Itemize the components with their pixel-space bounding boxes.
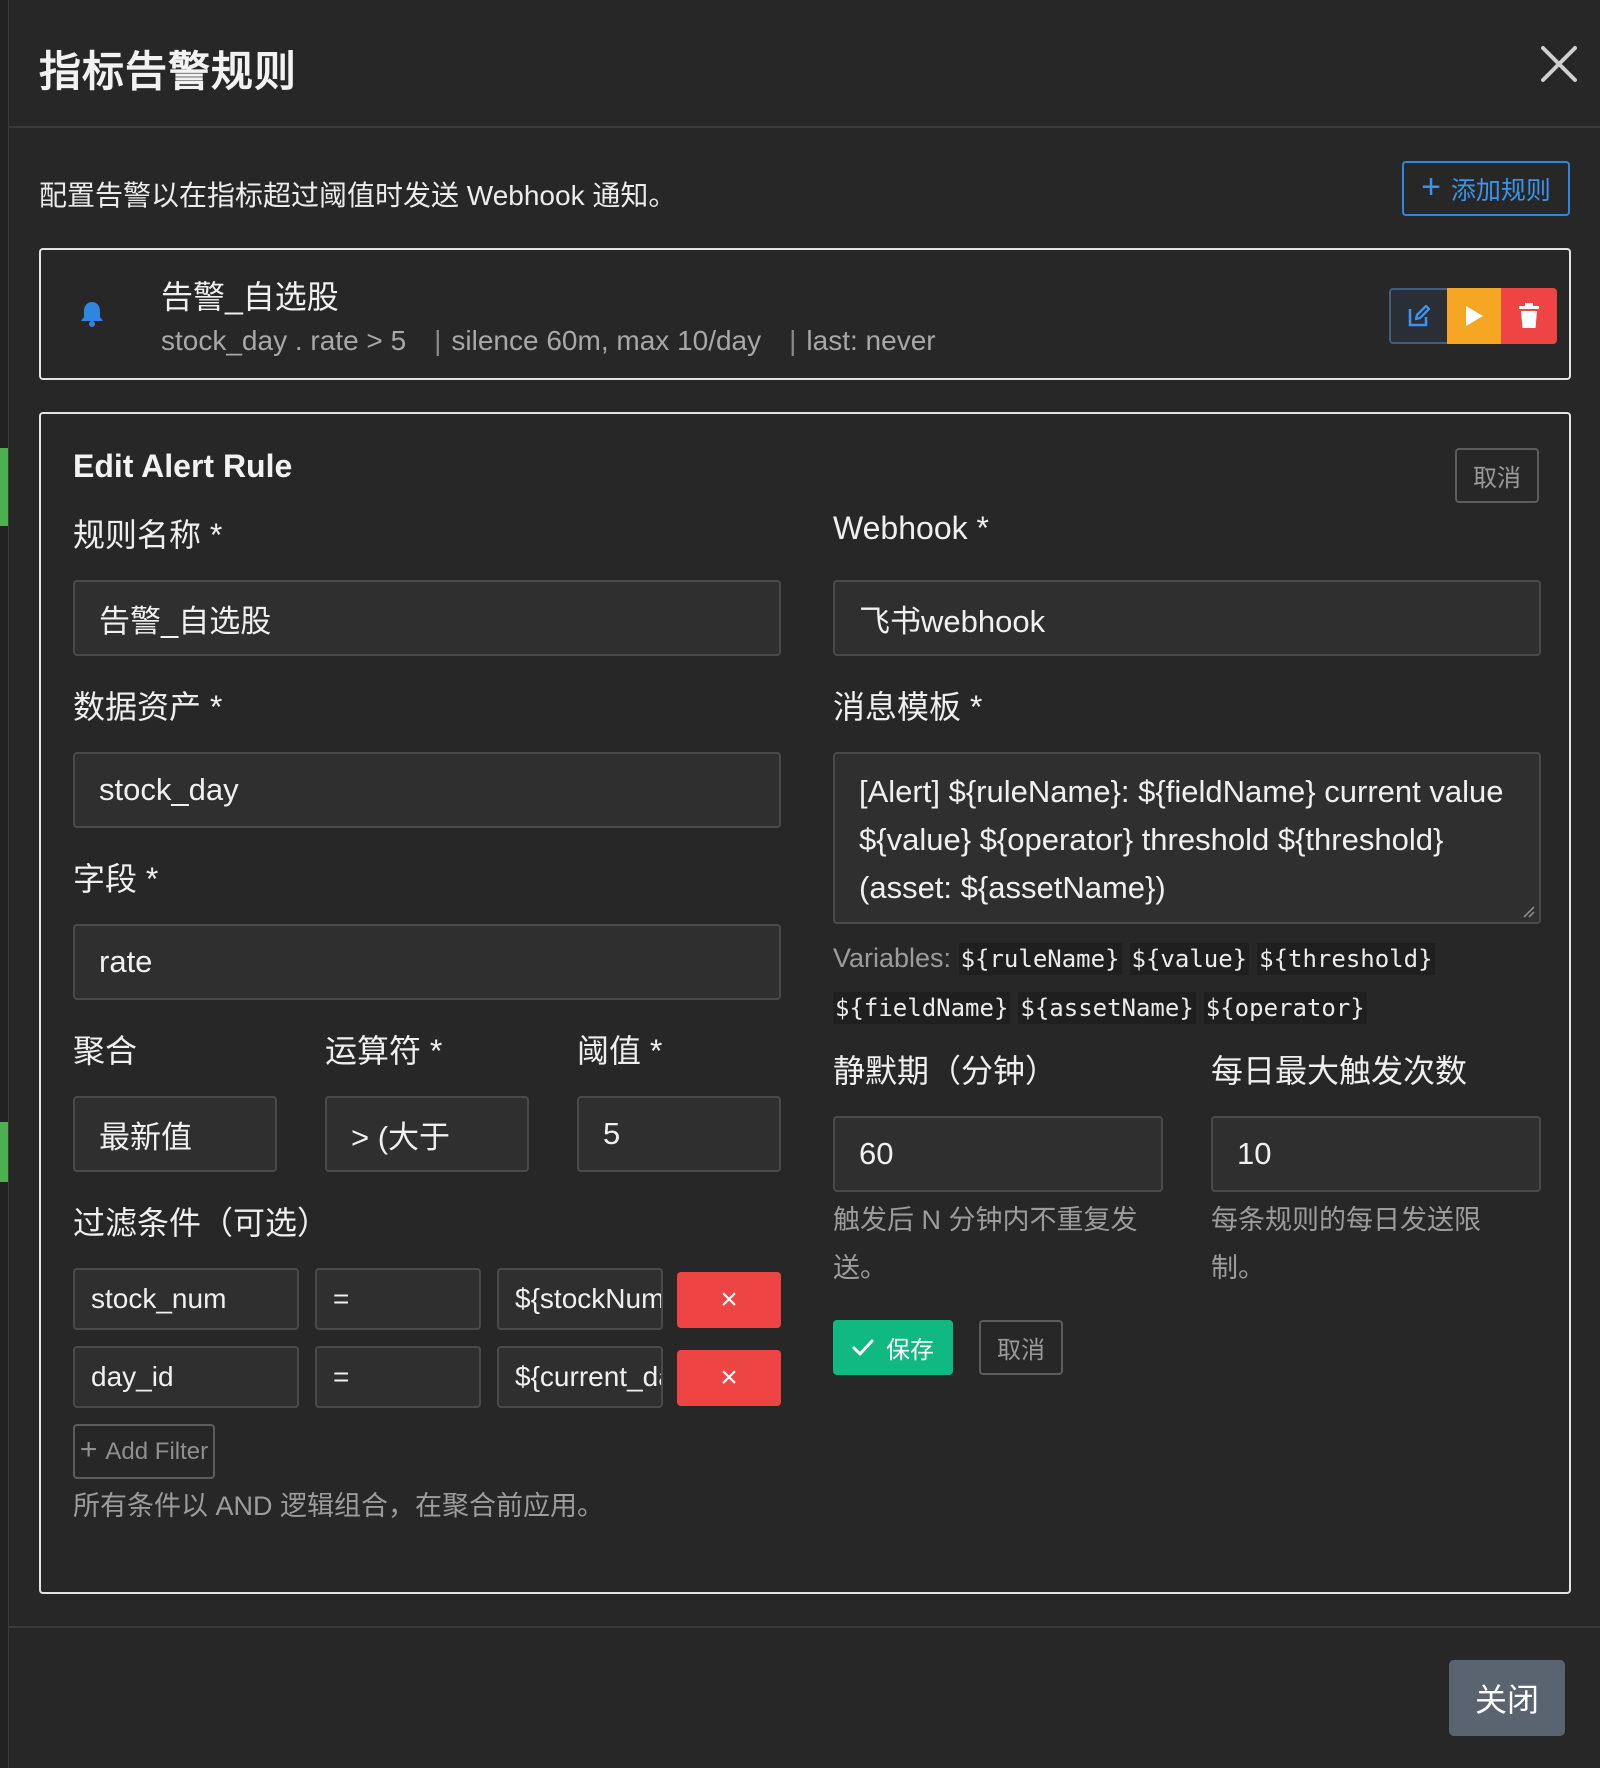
template-textarea[interactable]: [Alert] ${ruleName}: ${fieldName} curren… <box>833 752 1541 924</box>
operator-label: 运算符 * <box>325 1033 443 1069</box>
rule-last: last: never <box>806 325 936 356</box>
field-select[interactable]: rate <box>73 924 781 1000</box>
operator-select[interactable]: > (大于 <box>325 1096 529 1172</box>
silence-help: 触发后 N 分钟内不重复发送。 <box>833 1205 1138 1283</box>
background-green-marker <box>0 448 8 526</box>
plus-icon: + <box>79 1433 98 1466</box>
variable-token: ${ruleName} <box>958 943 1122 975</box>
filters-help: 所有条件以 AND 逻辑组合，在聚合前应用。 <box>73 1491 605 1521</box>
divider: | <box>789 325 797 356</box>
template-text: [Alert] ${ruleName}: ${fieldName} curren… <box>859 774 1504 905</box>
aggregation-label: 聚合 <box>73 1033 138 1069</box>
rule-name-input[interactable]: 告警_自选股 <box>73 580 781 656</box>
max-triggers-help: 每条规则的每日发送限制。 <box>1211 1205 1481 1283</box>
delete-rule-button[interactable] <box>1501 288 1557 344</box>
variable-token: ${fieldName} <box>833 992 1011 1024</box>
add-rule-label: 添加规则 <box>1450 176 1551 205</box>
filter-operator-select[interactable]: = <box>315 1268 481 1330</box>
cancel-button[interactable]: 取消 <box>979 1320 1063 1375</box>
resize-grip-icon[interactable] <box>1521 904 1535 918</box>
filter-field-select[interactable]: day_id <box>73 1346 299 1408</box>
asset-label: 数据资产 * <box>73 689 223 725</box>
template-label: 消息模板 * <box>833 689 983 725</box>
rule-condition: stock_day . rate > 5 <box>161 325 407 356</box>
threshold-input[interactable]: 5 <box>577 1096 781 1172</box>
background-page-edge <box>0 0 8 1768</box>
filter-field-select[interactable]: stock_num <box>73 1268 299 1330</box>
edit-icon <box>1408 304 1431 327</box>
modal-header: 指标告警规则 <box>9 0 1600 128</box>
add-filter-button[interactable]: + Add Filter <box>73 1424 215 1479</box>
rule-actions <box>1389 288 1557 344</box>
variable-token: ${operator} <box>1203 992 1367 1024</box>
modal-title: 指标告警规则 <box>39 48 298 95</box>
variable-token: ${threshold} <box>1257 943 1435 975</box>
divider: | <box>434 325 442 356</box>
edit-rule-panel: Edit Alert Rule 取消 规则名称 * 告警_自选股 Webhook… <box>39 412 1571 1594</box>
remove-filter-button[interactable]: × <box>677 1272 781 1328</box>
save-button[interactable]: 保存 <box>833 1320 953 1375</box>
save-label: 保存 <box>886 1337 934 1364</box>
filter-value-input[interactable]: ${stockNum} <box>497 1268 663 1330</box>
footer-divider <box>9 1626 1600 1628</box>
webhook-select[interactable]: 飞书webhook <box>833 580 1541 656</box>
rule-name: 告警_自选股 <box>161 279 339 315</box>
plus-icon: + <box>1421 168 1441 206</box>
close-button[interactable]: 关闭 <box>1449 1660 1565 1736</box>
asset-select[interactable]: stock_day <box>73 752 781 828</box>
template-variables: Variables: ${ruleName} ${value} ${threshol… <box>833 934 1533 1032</box>
check-icon <box>852 1339 874 1355</box>
max-triggers-label: 每日最大触发次数 <box>1211 1053 1468 1089</box>
variables-label: Variables: <box>833 943 952 973</box>
field-label: 字段 * <box>73 861 159 897</box>
webhook-label: Webhook * <box>833 510 989 546</box>
edit-rule-button[interactable] <box>1389 288 1447 344</box>
variable-token: ${value} <box>1129 943 1250 975</box>
rule-summary: stock_day . rate > 5 | silence 60m, max 10… <box>161 325 936 357</box>
silence-label: 静默期（分钟） <box>833 1053 1058 1089</box>
aggregation-select[interactable]: 最新值 <box>73 1096 277 1172</box>
background-green-marker <box>0 1122 8 1182</box>
play-icon <box>1466 306 1483 326</box>
bell-icon <box>79 300 105 333</box>
rule-card: 告警_自选股 stock_day . rate > 5 | silence 60m,… <box>39 248 1571 380</box>
add-filter-label: Add Filter <box>105 1437 209 1465</box>
edit-cancel-button[interactable]: 取消 <box>1455 448 1539 503</box>
filter-operator-select[interactable]: = <box>315 1346 481 1408</box>
rule-silence: silence 60m, max 10/day <box>451 325 762 356</box>
max-triggers-input[interactable]: 10 <box>1211 1116 1541 1192</box>
filters-label: 过滤条件（可选） <box>73 1205 330 1241</box>
alert-rules-modal: 指标告警规则 配置告警以在指标超过阈值时发送 Webhook 通知。 + 添加规… <box>8 0 1600 1768</box>
remove-filter-button[interactable]: × <box>677 1350 781 1406</box>
close-icon[interactable] <box>1535 40 1583 88</box>
variable-token: ${assetName} <box>1018 992 1196 1024</box>
modal-description: 配置告警以在指标超过阈值时发送 Webhook 通知。 <box>39 180 677 211</box>
add-rule-button[interactable]: + 添加规则 <box>1402 161 1570 216</box>
threshold-label: 阈值 * <box>577 1033 663 1069</box>
edit-panel-title: Edit Alert Rule <box>73 448 293 484</box>
filter-value-input[interactable]: ${current_day} <box>497 1346 663 1408</box>
rule-name-label: 规则名称 * <box>73 517 223 553</box>
test-rule-button[interactable] <box>1447 288 1501 344</box>
silence-input[interactable]: 60 <box>833 1116 1163 1192</box>
trash-icon <box>1519 303 1539 328</box>
